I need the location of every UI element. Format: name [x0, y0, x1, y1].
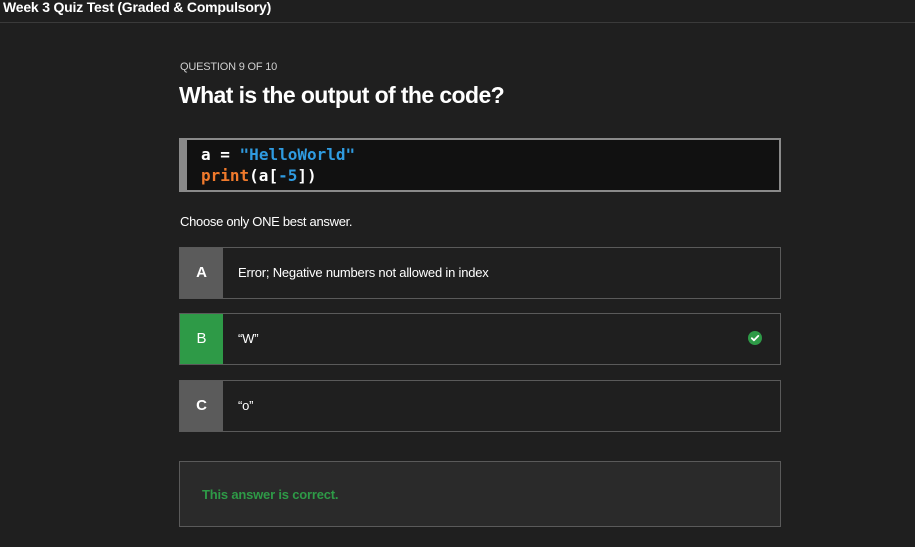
option-letter-b: B [180, 314, 223, 364]
code-line-1: a = "HelloWorld" [201, 145, 355, 165]
option-c[interactable]: C “o” [179, 380, 781, 432]
code-operator: = [210, 145, 240, 164]
answer-instruction: Choose only ONE best answer. [180, 214, 353, 229]
option-letter-a: A [180, 248, 223, 298]
top-bar: Week 3 Quiz Test (Graded & Compulsory) [0, 0, 915, 23]
question-title: What is the output of the code? [179, 82, 505, 108]
code-close: ]) [297, 166, 317, 185]
code-variable: a [201, 145, 211, 164]
check-circle-icon [748, 331, 762, 345]
option-a[interactable]: A Error; Negative numbers not allowed in… [179, 247, 781, 299]
option-text-a: Error; Negative numbers not allowed in i… [238, 265, 489, 280]
question-counter: QUESTION 9 OF 10 [180, 61, 278, 73]
code-number: -5 [278, 166, 298, 185]
code-line-2: print(a[-5]) [201, 166, 317, 186]
option-text-c: “o” [238, 398, 254, 413]
quiz-title: Week 3 Quiz Test (Graded & Compulsory) [3, 0, 272, 15]
feedback-panel: This answer is correct. [179, 461, 781, 527]
feedback-message: This answer is correct. [202, 487, 339, 502]
code-block: a = "HelloWorld" print(a[-5]) [179, 138, 781, 192]
code-open: (a[ [249, 166, 279, 185]
option-text-b: “W” [238, 331, 259, 346]
code-function: print [201, 166, 250, 185]
code-string: "HelloWorld" [239, 145, 356, 164]
option-b[interactable]: B “W” [179, 313, 781, 365]
option-letter-c: C [180, 381, 223, 431]
